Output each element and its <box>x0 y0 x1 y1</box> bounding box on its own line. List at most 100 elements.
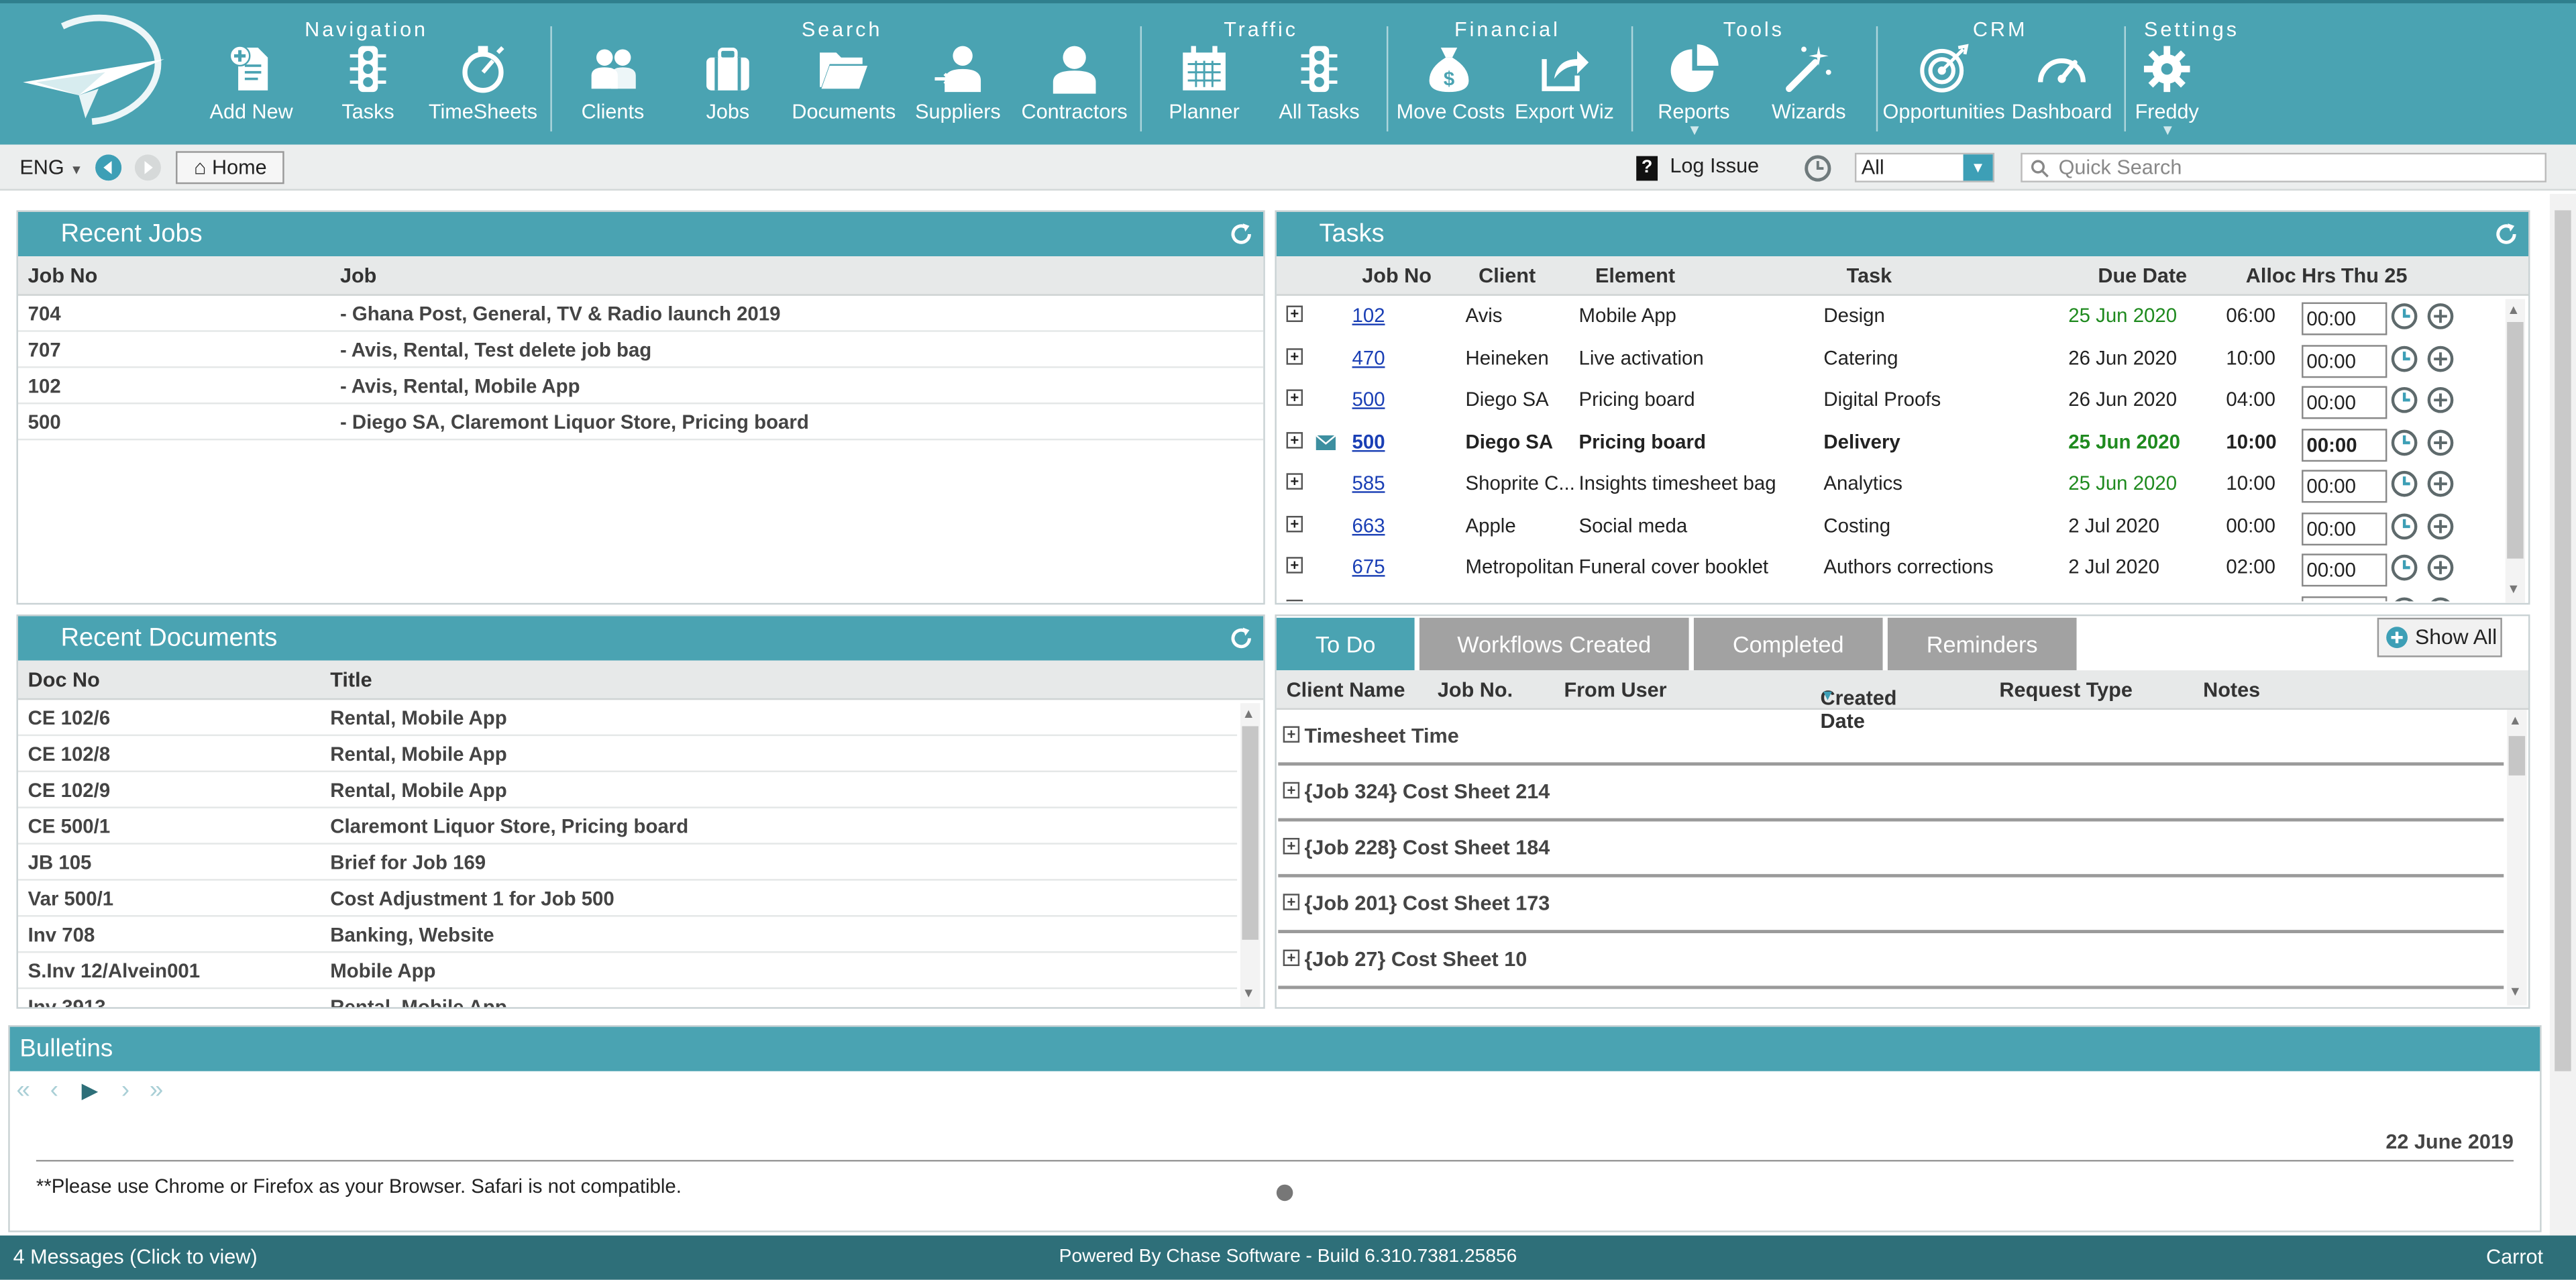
quick-search-input[interactable]: Quick Search <box>2021 152 2546 182</box>
page-scrollbar-thumb[interactable] <box>2555 210 2571 1071</box>
list-item[interactable]: + Timesheet Time <box>1278 710 2504 766</box>
expand-icon[interactable]: + <box>1286 347 1303 364</box>
planner-button[interactable]: Planner <box>1163 43 1245 125</box>
tasks-button[interactable]: Tasks <box>325 43 411 125</box>
chevron-up-icon[interactable]: ▲ <box>2507 303 2520 317</box>
list-item[interactable]: + {Job 228} Cost Sheet 184 <box>1278 822 2504 877</box>
list-item[interactable]: + {Job 324} Cost Sheet 214 <box>1278 765 2504 822</box>
table-row[interactable]: +663 Apple Social meda Costing 2 Jul 2020 00:… <box>1277 505 2502 547</box>
table-row[interactable]: 102 - Avis, Rental, Mobile App <box>17 368 1264 405</box>
table-row[interactable]: 500 - Diego SA, Claremont Liquor Store, P… <box>17 404 1264 441</box>
col-task-client[interactable]: Client <box>1479 264 1536 287</box>
prev-page-icon[interactable]: ‹ <box>50 1076 58 1104</box>
paper-plane-logo-icon[interactable] <box>13 10 170 135</box>
first-page-icon[interactable]: « <box>16 1076 30 1104</box>
chevron-down-icon[interactable]: ▼ <box>2507 582 2520 596</box>
table-row[interactable]: +675 MetropolitanFuneral cover booklet Aut… <box>1277 589 2502 602</box>
current-user[interactable]: Carrot <box>2486 1236 2543 1280</box>
documents-button[interactable]: Documents <box>792 43 896 125</box>
clients-button[interactable]: Clients <box>575 43 651 125</box>
show-all-button[interactable]: Show All <box>2377 617 2502 657</box>
col-task-task[interactable]: Task <box>1847 264 1892 287</box>
tab-completed[interactable]: Completed <box>1693 617 1883 671</box>
expand-icon[interactable]: + <box>1286 557 1303 574</box>
clock-add-icon[interactable] <box>2426 428 2455 456</box>
jobs-button[interactable]: Jobs <box>695 43 761 125</box>
clock-add-icon[interactable] <box>2426 470 2455 498</box>
task-job-link[interactable]: 500 <box>1352 429 1385 452</box>
clock-add-icon[interactable] <box>2426 386 2455 415</box>
chevron-down-icon[interactable]: ▼ <box>2160 121 2175 138</box>
table-row[interactable]: 707 - Avis, Rental, Test delete job bag <box>17 332 1264 368</box>
task-hours-input[interactable]: 00:00 <box>2302 344 2387 378</box>
freddy-settings-button[interactable]: Freddy ▼ <box>2133 43 2202 138</box>
contractors-button[interactable]: Contractors <box>1018 43 1130 125</box>
expand-icon[interactable]: + <box>1286 515 1303 532</box>
col-task-element[interactable]: Element <box>1595 264 1675 287</box>
expand-icon[interactable]: + <box>1283 894 1300 910</box>
tasks-scrollbar-thumb[interactable] <box>2507 322 2524 559</box>
expand-icon[interactable]: + <box>1283 726 1300 743</box>
col-from-user[interactable]: From User <box>1564 678 1666 701</box>
expand-icon[interactable]: + <box>1286 598 1303 602</box>
task-filter-select[interactable]: All ▼ <box>1854 152 1995 182</box>
expand-icon[interactable]: + <box>1283 837 1300 855</box>
task-job-link[interactable]: 675 <box>1352 555 1385 578</box>
table-row[interactable]: CE 102/6 Rental, Mobile App <box>17 700 1238 737</box>
all-tasks-button[interactable]: All Tasks <box>1275 43 1363 125</box>
clock-timer-icon[interactable] <box>2390 596 2418 602</box>
next-page-icon[interactable]: › <box>121 1076 129 1104</box>
task-job-link[interactable]: 102 <box>1352 304 1385 327</box>
tasks-scrollbar[interactable]: ▲ ▼ <box>2505 299 2526 603</box>
task-hours-input[interactable] <box>2302 595 2387 602</box>
table-row[interactable]: 704 - Ghana Post, General, TV & Radio lau… <box>17 296 1264 332</box>
log-issue-button[interactable]: ? Log Issue <box>1636 154 1759 181</box>
col-job-no[interactable]: Job No <box>28 264 98 287</box>
expand-icon[interactable]: + <box>1283 782 1300 799</box>
chevron-up-icon[interactable]: ▲ <box>1242 706 1254 721</box>
chevron-up-icon[interactable]: ▲ <box>2509 713 2522 728</box>
clock-timer-icon[interactable] <box>2390 344 2418 372</box>
clock-add-icon[interactable] <box>2426 344 2455 372</box>
table-row[interactable]: +102 Avis Mobile App Design 25 Jun 2020 06:00… <box>1277 296 2502 337</box>
page-scrollbar[interactable] <box>2549 193 2576 1236</box>
opportunities-button[interactable]: Opportunities <box>1883 43 2005 125</box>
task-job-link[interactable]: 470 <box>1352 346 1385 369</box>
table-row[interactable]: JB 105 Brief for Job 169 <box>17 845 1238 881</box>
task-hours-input[interactable]: 00:00 <box>2302 553 2387 587</box>
table-row[interactable]: +470 Heineken Live activation Catering 26 Ju… <box>1277 337 2502 379</box>
task-hours-input[interactable]: 00:00 <box>2302 427 2387 461</box>
timesheets-button[interactable]: TimeSheets <box>427 43 539 125</box>
clock-add-icon[interactable] <box>2426 512 2455 540</box>
clock-timer-icon[interactable] <box>2390 386 2418 415</box>
refresh-icon[interactable] <box>2494 222 2519 247</box>
expand-icon[interactable]: + <box>1286 389 1303 406</box>
back-arrow-icon[interactable] <box>95 154 122 181</box>
col-request-type[interactable]: Request Type <box>1999 678 2132 701</box>
refresh-icon[interactable] <box>1229 626 1254 651</box>
refresh-icon[interactable] <box>1229 222 1254 247</box>
table-row[interactable]: +500 Diego SA Pricing board Digital Proofs 2… <box>1277 380 2502 421</box>
chevron-down-icon[interactable]: ▼ <box>1242 985 1254 1000</box>
table-row[interactable]: CE 500/1 Claremont Liquor Store, Pricing … <box>17 808 1238 845</box>
table-row[interactable]: S.Inv 12/Alvein001 Mobile App <box>17 953 1238 990</box>
forward-arrow-icon[interactable] <box>134 154 162 181</box>
clock-timer-icon[interactable] <box>2390 512 2418 540</box>
col-notes[interactable]: Notes <box>2203 678 2260 701</box>
task-job-link[interactable]: 663 <box>1352 513 1385 536</box>
dashboard-button[interactable]: Dashboard <box>2011 43 2113 125</box>
tab-workflows-created[interactable]: Workflows Created <box>1419 617 1689 671</box>
table-row[interactable]: Inv 708 Banking, Website <box>17 917 1238 953</box>
documents-scrollbar[interactable]: ▲ ▼ <box>1240 703 1260 1008</box>
language-select[interactable]: ENG ▼ <box>19 156 83 179</box>
task-job-link[interactable]: 500 <box>1352 388 1385 411</box>
list-item[interactable]: + {Job 201} Cost Sheet 173 <box>1278 877 2504 934</box>
chevron-down-icon[interactable]: ▼ <box>2509 984 2522 999</box>
wizards-button[interactable]: Wizards <box>1768 43 1849 125</box>
col-task-alloc-hrs[interactable]: Alloc Hrs <box>2246 264 2336 287</box>
task-job-link[interactable]: 675 <box>1352 597 1385 601</box>
clock-add-icon[interactable] <box>2426 303 2455 331</box>
col-title[interactable]: Title <box>330 669 372 692</box>
col-client-name[interactable]: Client Name <box>1287 678 1405 701</box>
table-row[interactable]: +500 Diego SA Pricing board Delivery 25 Jun … <box>1277 421 2502 463</box>
